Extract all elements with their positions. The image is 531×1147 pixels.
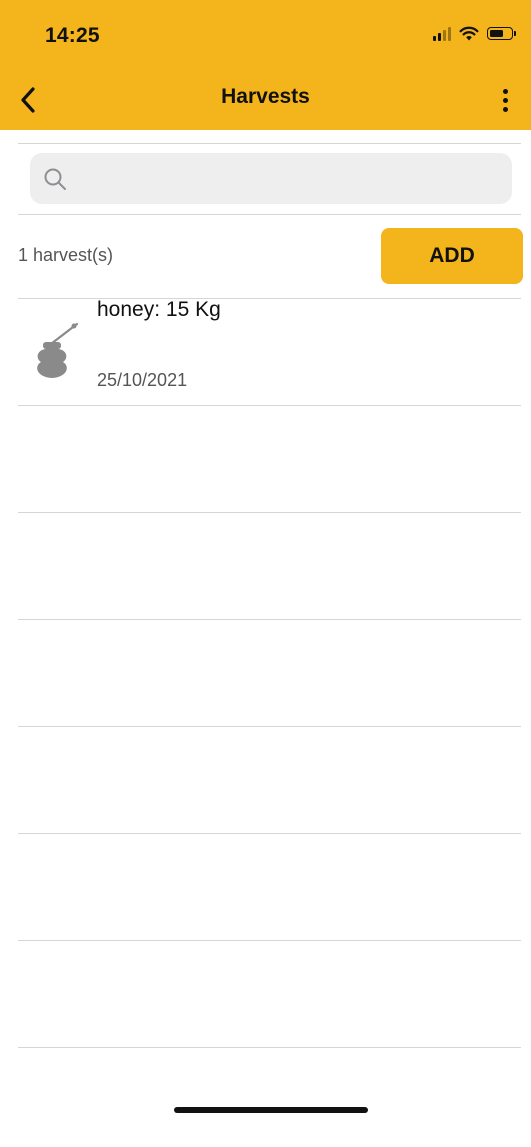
honey-pot-icon bbox=[37, 322, 79, 378]
app-header: 14:25 Harvests bbox=[0, 0, 531, 130]
divider bbox=[18, 143, 521, 144]
status-time: 14:25 bbox=[45, 24, 100, 47]
divider bbox=[18, 512, 521, 513]
status-icons bbox=[433, 26, 516, 41]
divider bbox=[18, 833, 521, 834]
harvest-date: 25/10/2021 bbox=[97, 370, 188, 390]
divider bbox=[18, 726, 521, 727]
more-dot-icon bbox=[502, 88, 508, 94]
harvest-count: 1 harvest(s) bbox=[18, 245, 114, 265]
divider bbox=[18, 940, 521, 941]
status-bar: 14:25 bbox=[0, 0, 531, 70]
divider bbox=[18, 619, 521, 620]
more-dot-icon bbox=[502, 97, 508, 103]
add-button[interactable]: ADD bbox=[381, 228, 523, 284]
nav-bar: Harvests bbox=[0, 70, 531, 130]
page-title: Harvests bbox=[221, 85, 310, 108]
cellular-signal-icon bbox=[433, 26, 451, 41]
search-icon bbox=[44, 168, 66, 190]
search-input[interactable] bbox=[76, 168, 476, 189]
divider bbox=[18, 214, 521, 215]
battery-icon bbox=[487, 27, 516, 40]
search-bar[interactable] bbox=[30, 153, 512, 204]
more-dot-icon bbox=[502, 106, 508, 112]
harvest-title: honey: 15 Kg bbox=[97, 298, 221, 321]
wifi-icon bbox=[459, 26, 479, 41]
more-options-button[interactable] bbox=[493, 82, 517, 118]
divider bbox=[18, 405, 521, 406]
list-item[interactable] bbox=[0, 299, 531, 405]
home-indicator[interactable] bbox=[174, 1107, 368, 1113]
divider bbox=[18, 1047, 521, 1048]
